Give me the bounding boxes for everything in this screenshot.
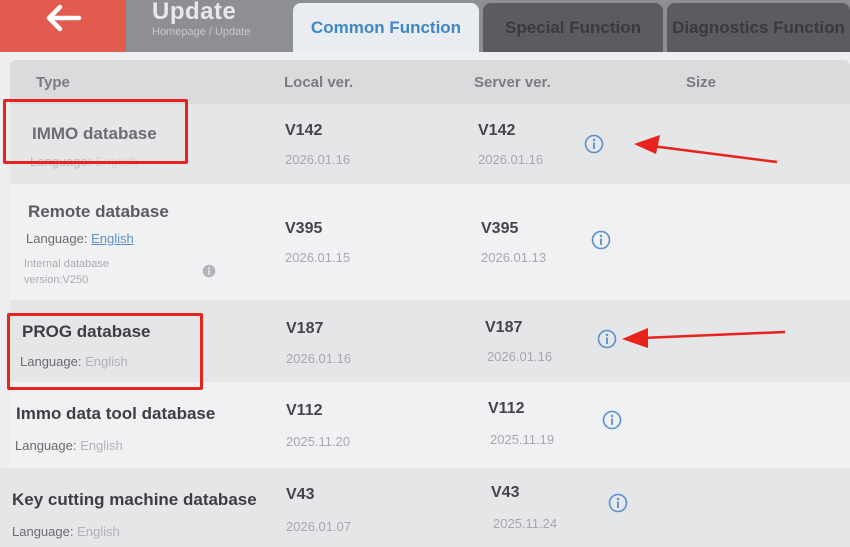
title-area: Update Homepage / Update xyxy=(130,0,290,52)
column-header-type: Type xyxy=(36,74,70,91)
server-date: 2025.11.24 xyxy=(493,516,558,531)
language-value-link[interactable]: English xyxy=(91,231,134,246)
server-version: V142 xyxy=(478,122,516,139)
server-version: V395 xyxy=(481,220,519,237)
tab-common-function[interactable]: Common Function xyxy=(293,3,479,52)
column-header-size: Size xyxy=(686,74,717,91)
table-header: Type Local ver. Server ver. Size xyxy=(10,60,850,104)
local-version: V142 xyxy=(285,122,323,139)
info-icon[interactable] xyxy=(608,493,628,513)
page-title: Update xyxy=(152,0,237,25)
info-icon[interactable] xyxy=(602,410,622,430)
row-name: Key cutting machine database xyxy=(12,490,257,509)
info-icon[interactable] xyxy=(597,329,617,349)
local-date: 2026.01.16 xyxy=(286,351,352,366)
server-version: V187 xyxy=(485,319,523,336)
tab-diagnostics-function[interactable]: Diagnostics Function xyxy=(667,3,850,52)
local-date: 2026.01.07 xyxy=(286,519,352,534)
highlight-box-immo xyxy=(3,99,188,164)
language-info: Language: English xyxy=(26,231,134,246)
language-label: Language: xyxy=(15,438,77,453)
table-row-key-cutting[interactable]: Key cutting machine database Language: E… xyxy=(0,468,850,547)
server-date: 2026.01.16 xyxy=(478,152,544,167)
server-date: 2026.01.16 xyxy=(487,349,553,364)
local-date: 2025.11.20 xyxy=(286,434,351,449)
language-label: Language: xyxy=(26,231,88,246)
local-version: V395 xyxy=(285,220,323,237)
column-header-local-ver: Local ver. xyxy=(284,74,354,91)
table-row-immo-data-tool[interactable]: Immo data tool database Language: Englis… xyxy=(10,382,850,468)
red-arrow-icon xyxy=(634,135,778,164)
language-info: Language: English xyxy=(15,438,123,453)
info-icon[interactable] xyxy=(584,134,604,154)
local-date: 2026.01.16 xyxy=(285,152,351,167)
table-row-remote[interactable]: Remote database Language: English Intern… xyxy=(10,184,850,300)
back-button[interactable] xyxy=(0,0,126,52)
tab-special-function[interactable]: Special Function xyxy=(483,3,663,52)
back-arrow-icon xyxy=(46,4,82,32)
local-version: V43 xyxy=(286,486,315,503)
language-info: Language: English xyxy=(12,524,120,539)
info-icon[interactable] xyxy=(202,264,216,278)
info-icon[interactable] xyxy=(591,230,611,250)
row-name: Immo data tool database xyxy=(16,404,216,423)
server-date: 2026.01.13 xyxy=(481,250,547,265)
language-value: English xyxy=(80,438,123,453)
local-date: 2026.01.15 xyxy=(285,250,351,265)
internal-db-note: Internal database version:V250 xyxy=(24,258,110,286)
server-version: V43 xyxy=(491,484,520,501)
breadcrumb: Homepage / Update xyxy=(152,26,251,38)
language-label: Language: xyxy=(12,524,74,539)
local-version: V187 xyxy=(286,320,324,337)
local-version: V112 xyxy=(286,402,323,419)
server-version: V112 xyxy=(488,400,525,417)
language-value: English xyxy=(77,524,120,539)
server-date: 2025.11.19 xyxy=(490,432,555,447)
column-header-server-ver: Server ver. xyxy=(474,74,551,91)
red-arrow-icon xyxy=(622,328,786,348)
highlight-box-prog xyxy=(7,313,203,390)
row-name: Remote database xyxy=(28,202,169,221)
top-bar: Update Homepage / Update Common Function… xyxy=(0,0,850,52)
